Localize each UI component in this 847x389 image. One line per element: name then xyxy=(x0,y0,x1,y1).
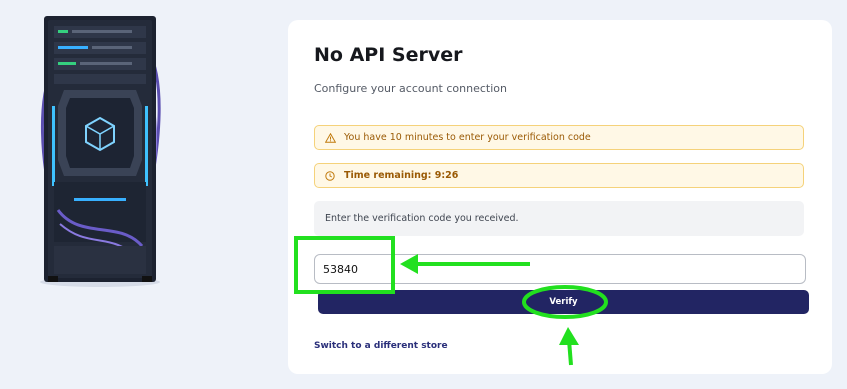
timer-text: Time remaining: 9:26 xyxy=(344,170,459,181)
page-title: No API Server xyxy=(314,44,463,66)
instruction-box: Enter the verification code you received… xyxy=(314,201,804,236)
instruction-text: Enter the verification code you received… xyxy=(325,213,519,224)
verification-warning-alert: You have 10 minutes to enter your verifi… xyxy=(314,125,804,150)
verification-code-input[interactable] xyxy=(314,254,806,284)
page-subtitle: Configure your account connection xyxy=(314,82,507,95)
timer-alert: Time remaining: 9:26 xyxy=(314,163,804,188)
server-rack-illustration xyxy=(40,16,161,287)
verify-button[interactable]: Verify xyxy=(318,290,809,314)
clock-icon xyxy=(325,170,339,181)
switch-store-link[interactable]: Switch to a different store xyxy=(314,341,448,351)
configuration-card: No API Server Configure your account con… xyxy=(288,20,832,374)
warning-text: You have 10 minutes to enter your verifi… xyxy=(344,132,591,143)
warning-triangle-icon xyxy=(325,132,339,143)
